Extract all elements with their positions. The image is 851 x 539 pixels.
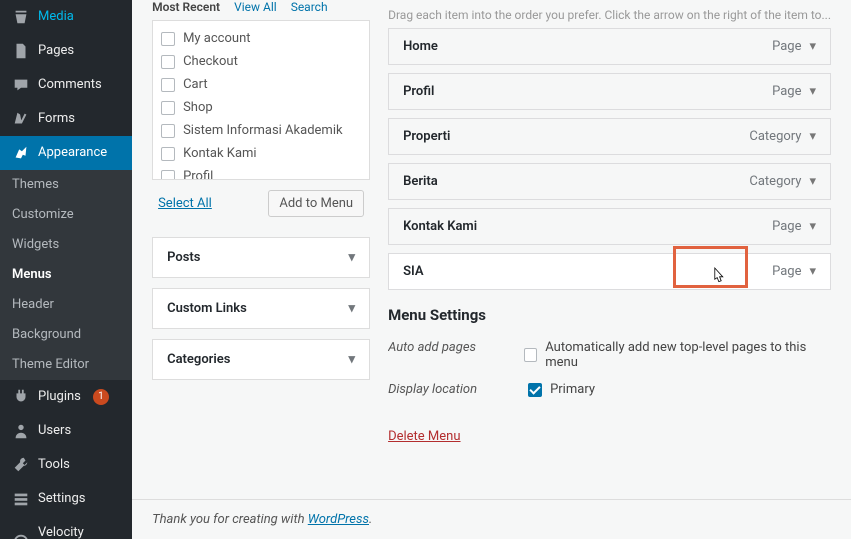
tools-icon (12, 456, 30, 474)
caret-down-icon[interactable]: ▾ (809, 84, 816, 99)
sidebar-label: Tools (38, 456, 70, 474)
pages-list[interactable]: My account Checkout Cart Shop Sistem Inf… (153, 21, 369, 179)
page-checkbox-row[interactable]: Kontak Kami (159, 142, 363, 165)
menu-item-row[interactable]: BeritaCategory▾ (388, 163, 831, 200)
forms-icon (12, 110, 30, 128)
auto-add-pages-row: Auto add pages Automatically add new top… (388, 334, 831, 376)
menu-item-row-sia[interactable]: SIAPage▾ (388, 253, 831, 290)
submenu-customize[interactable]: Customize (0, 200, 132, 230)
checkbox[interactable] (161, 32, 175, 46)
sidebar-item-tools[interactable]: Tools (0, 448, 132, 482)
media-icon (12, 8, 30, 26)
tab-view-all[interactable]: View All (234, 0, 277, 14)
metabox-column: Most Recent View All Search My account C… (152, 0, 370, 499)
sidebar-item-velocity[interactable]: Velocity Options (0, 516, 132, 539)
caret-down-icon: ▾ (349, 352, 356, 367)
caret-down-icon: ▾ (349, 250, 356, 265)
main-area: Most Recent View All Search My account C… (132, 0, 851, 539)
sidebar-item-plugins[interactable]: Plugins 1 (0, 380, 132, 414)
accordion-custom-links[interactable]: Custom Links▾ (152, 288, 370, 329)
menu-item-row[interactable]: Kontak KamiPage▾ (388, 208, 831, 245)
sidebar-label: Velocity Options (38, 524, 120, 539)
tab-most-recent[interactable]: Most Recent (152, 0, 220, 14)
checkbox[interactable] (161, 101, 175, 115)
delete-menu-link[interactable]: Delete Menu (388, 429, 460, 444)
select-all-link[interactable]: Select All (158, 196, 212, 211)
display-location-row: Display location Primary (388, 376, 831, 403)
menu-settings-title: Menu Settings (388, 306, 831, 324)
accordion-categories[interactable]: Categories▾ (152, 339, 370, 380)
page-checkbox-row[interactable]: Profil (159, 165, 363, 179)
page-checkbox-row[interactable]: Cart (159, 73, 363, 96)
velocity-icon (12, 533, 30, 539)
submenu-theme-editor[interactable]: Theme Editor (0, 350, 132, 380)
accordion-posts[interactable]: Posts▾ (152, 237, 370, 278)
plugins-badge: 1 (93, 389, 109, 405)
pages-tabs: Most Recent View All Search (152, 0, 370, 14)
submenu-widgets[interactable]: Widgets (0, 230, 132, 260)
sidebar-label: Users (38, 422, 71, 440)
page-checkbox-row[interactable]: Shop (159, 96, 363, 119)
page-checkbox-row[interactable]: Checkout (159, 50, 363, 73)
checkbox[interactable] (161, 124, 175, 138)
wordpress-link[interactable]: WordPress (308, 512, 369, 527)
sidebar-label: Plugins (38, 388, 81, 406)
submenu-menus[interactable]: Menus (0, 260, 132, 290)
add-to-menu-button[interactable]: Add to Menu (268, 190, 364, 217)
appearance-icon (12, 144, 30, 162)
users-icon (12, 422, 30, 440)
pages-icon (12, 42, 30, 60)
menu-structure-column: Drag each item into the order you prefer… (388, 0, 831, 499)
menu-item-row[interactable]: ProfilPage▾ (388, 73, 831, 110)
sidebar-item-media[interactable]: Media (0, 0, 132, 34)
checkbox[interactable] (161, 55, 175, 69)
sidebar-item-appearance[interactable]: Appearance (0, 136, 132, 170)
primary-checkbox[interactable] (528, 383, 542, 397)
page-checkbox-row[interactable]: My account (159, 27, 363, 50)
app-frame: Media Pages Comments Forms Appearance Th… (0, 0, 851, 539)
pages-metabox: My account Checkout Cart Shop Sistem Inf… (152, 20, 370, 180)
plugins-icon (12, 388, 30, 406)
sidebar-label: Comments (38, 76, 102, 94)
caret-down-icon[interactable]: ▾ (809, 39, 816, 54)
caret-down-icon: ▾ (349, 301, 356, 316)
submenu-background[interactable]: Background (0, 320, 132, 350)
tab-search[interactable]: Search (291, 0, 328, 14)
sidebar-label: Settings (38, 490, 85, 508)
sidebar-label: Pages (38, 42, 74, 60)
admin-footer: Thank you for creating with WordPress. (132, 499, 851, 539)
caret-down-icon[interactable]: ▾ (809, 174, 816, 189)
submenu-header[interactable]: Header (0, 290, 132, 320)
sidebar-item-pages[interactable]: Pages (0, 34, 132, 68)
admin-sidebar: Media Pages Comments Forms Appearance Th… (0, 0, 132, 539)
caret-down-icon[interactable]: ▾ (809, 219, 816, 234)
checkbox[interactable] (161, 147, 175, 161)
comments-icon (12, 76, 30, 94)
appearance-submenu: Themes Customize Widgets Menus Header Ba… (0, 170, 132, 380)
sidebar-label: Media (38, 8, 74, 26)
sidebar-label: Appearance (38, 144, 107, 162)
sidebar-item-settings[interactable]: Settings (0, 482, 132, 516)
checkbox[interactable] (161, 78, 175, 92)
settings-icon (12, 490, 30, 508)
pages-actions: Select All Add to Menu (152, 180, 370, 227)
menu-item-row[interactable]: HomePage▾ (388, 28, 831, 65)
caret-down-icon[interactable]: ▾ (809, 264, 816, 279)
caret-down-icon[interactable]: ▾ (809, 129, 816, 144)
sidebar-item-comments[interactable]: Comments (0, 68, 132, 102)
auto-add-checkbox[interactable] (524, 348, 538, 362)
sidebar-item-users[interactable]: Users (0, 414, 132, 448)
help-text: Drag each item into the order you prefer… (388, 8, 831, 22)
page-checkbox-row[interactable]: Sistem Informasi Akademik (159, 119, 363, 142)
sidebar-item-forms[interactable]: Forms (0, 102, 132, 136)
sidebar-label: Forms (38, 110, 75, 128)
submenu-themes[interactable]: Themes (0, 170, 132, 200)
menu-items-list: HomePage▾ ProfilPage▾ PropertiCategory▾ … (388, 28, 831, 290)
checkbox[interactable] (161, 170, 175, 180)
menu-item-row[interactable]: PropertiCategory▾ (388, 118, 831, 155)
